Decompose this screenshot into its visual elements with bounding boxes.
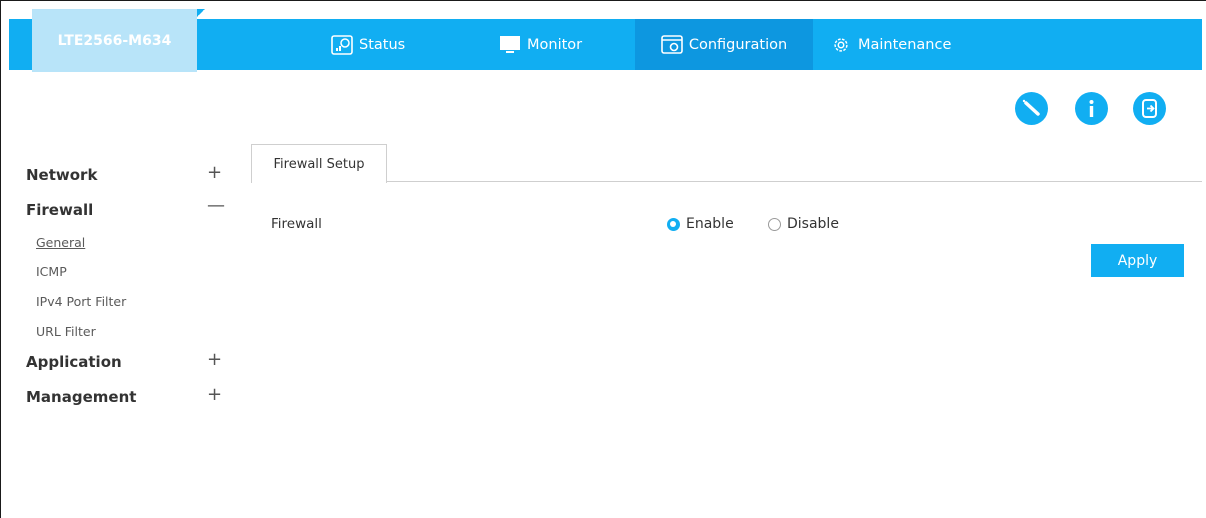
nav-status[interactable]: Status (331, 19, 405, 70)
config-window-icon (661, 34, 683, 54)
logout-button[interactable] (1133, 92, 1166, 125)
wizard-button[interactable] (1015, 92, 1048, 125)
apply-button-label: Apply (1117, 252, 1158, 269)
wizard-icon (1022, 99, 1040, 116)
sidebar-item-url-filter[interactable]: URL Filter (36, 324, 96, 339)
sidebar-item-ipv4-port-filter[interactable]: IPv4 Port Filter (36, 294, 126, 309)
firewall-field-label: Firewall (271, 216, 322, 232)
sidebar-group-firewall[interactable]: Firewall (26, 201, 93, 219)
nav-maintenance[interactable]: Maintenance (830, 19, 951, 70)
tab-firewall-setup-label: Firewall Setup (273, 156, 365, 172)
expand-network-icon[interactable]: + (207, 162, 222, 183)
enable-label: Enable (686, 216, 734, 232)
info-button[interactable] (1075, 92, 1108, 125)
sidebar-item-general[interactable]: General (36, 235, 85, 250)
radio-unselected-icon (768, 217, 781, 231)
collapse-firewall-icon[interactable]: — (207, 195, 225, 216)
logout-icon (1142, 99, 1157, 118)
expand-management-icon[interactable]: + (207, 384, 222, 405)
monitor-icon (500, 35, 520, 53)
disable-label: Disable (787, 216, 839, 232)
firewall-enable-radio[interactable]: Enable (667, 216, 734, 232)
nav-status-label: Status (359, 36, 406, 53)
nav-configuration-label: Configuration (688, 36, 788, 53)
sidebar-item-icmp[interactable]: ICMP (36, 264, 67, 279)
gear-icon (834, 37, 848, 52)
radio-selected-icon (667, 217, 680, 231)
tab-firewall-setup[interactable]: Firewall Setup (251, 144, 387, 183)
nav-monitor-label: Monitor (527, 36, 583, 53)
chart-window-icon (331, 34, 353, 55)
apply-button[interactable]: Apply (1091, 244, 1184, 277)
sidebar-group-network[interactable]: Network (26, 166, 97, 184)
window-frame-top (0, 0, 1206, 1)
sidebar-group-application[interactable]: Application (26, 353, 122, 371)
expand-application-icon[interactable]: + (207, 349, 222, 370)
device-name: LTE2566-M634 (57, 32, 172, 49)
nav-configuration[interactable]: Configuration (635, 19, 813, 70)
nav-monitor[interactable]: Monitor (499, 19, 582, 70)
device-logo[interactable]: LTE2566-M634 (32, 9, 197, 72)
content-panel (251, 145, 1206, 518)
info-icon (1089, 100, 1094, 117)
firewall-disable-radio[interactable]: Disable (768, 216, 839, 232)
nav-maintenance-label: Maintenance (858, 36, 952, 53)
tab-divider (386, 181, 1202, 182)
sidebar-group-management[interactable]: Management (26, 388, 136, 406)
